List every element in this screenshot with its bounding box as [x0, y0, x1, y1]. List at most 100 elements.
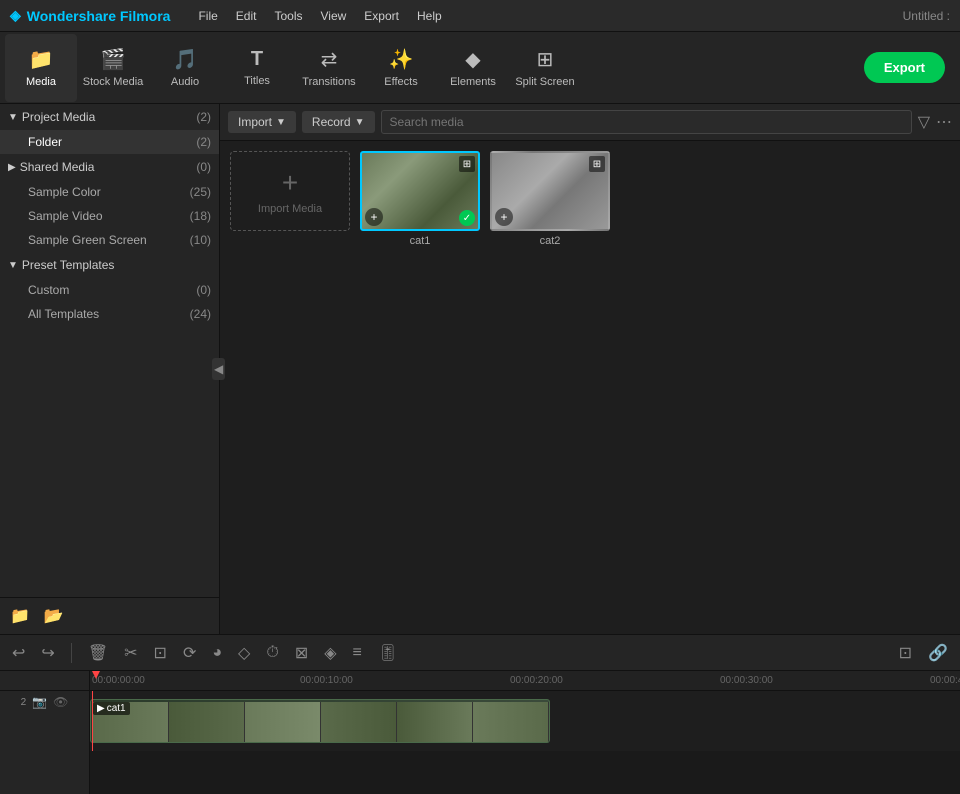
delete-button[interactable]: 🗑	[84, 641, 112, 665]
cat1-add-icon[interactable]: +	[365, 208, 383, 226]
link-button[interactable]: 🔗	[924, 641, 952, 665]
sidebar-item-sample-green-screen[interactable]: Sample Green Screen (10)	[0, 228, 219, 252]
new-folder-button[interactable]: 📁	[8, 604, 32, 628]
track-frame-3	[245, 702, 321, 742]
sidebar-header-project-media[interactable]: ▼ Project Media (2)	[0, 104, 219, 130]
sidebar-item-all-templates[interactable]: All Templates (24)	[0, 302, 219, 326]
audio-mix-button[interactable]: ≡	[349, 642, 366, 664]
toolbar-split-screen[interactable]: ⊞ Split Screen	[509, 34, 581, 102]
sidebar-header-preset-templates[interactable]: ▼ Preset Templates	[0, 252, 219, 278]
sidebar-footer: 📁 📂	[0, 597, 220, 634]
toolbar-titles[interactable]: T Titles	[221, 34, 293, 102]
menu-help[interactable]: Help	[409, 6, 450, 26]
import-folder-button[interactable]: 📂	[42, 604, 66, 628]
grid-thumb-icon-2: ⊞	[589, 156, 605, 172]
titles-icon: T	[251, 48, 263, 71]
stock-media-icon: 🎬	[101, 47, 126, 72]
timeline-ruler-spacer	[0, 671, 89, 691]
sidebar-item-custom[interactable]: Custom (0)	[0, 278, 219, 302]
toolbar-effects[interactable]: ✨ Effects	[365, 34, 437, 102]
record-dropdown-arrow: ▼	[355, 117, 365, 128]
track-label-badge: ▶ cat1	[93, 702, 130, 715]
track-frame-5	[397, 702, 473, 742]
timeline-toolbar: ↩ ↪ 🗑 ✂ ⊡ ⟳ ◕ ◇ ⏱ ⊠ ◈ ≡ 🎚 ⊡ 🔗	[0, 635, 960, 671]
project-media-label: Project Media	[22, 110, 196, 124]
menu-file[interactable]: File	[190, 6, 225, 26]
timeline-track-controls: 2 📷 👁	[0, 691, 89, 713]
audio-icon: 🎵	[173, 47, 198, 72]
filter-icon[interactable]: ▽	[918, 112, 930, 132]
sidebar-item-sample-video[interactable]: Sample Video (18)	[0, 204, 219, 228]
grid-icon[interactable]: ⋯	[936, 112, 952, 132]
import-button[interactable]: Import ▼	[228, 111, 296, 133]
record-button[interactable]: Record ▼	[302, 111, 375, 133]
sidebar-item-folder[interactable]: Folder (2)	[0, 130, 219, 154]
toolbar-transitions[interactable]: ⇄ Transitions	[293, 34, 365, 102]
crop-button[interactable]: ⊡	[150, 641, 171, 665]
sidebar-header-shared-media[interactable]: ▶ Shared Media (0)	[0, 154, 219, 180]
track-eye-button[interactable]: 👁	[53, 695, 68, 709]
window-title: Untitled :	[903, 9, 950, 23]
keyframe-button[interactable]: ◇	[234, 641, 254, 665]
color-button[interactable]: ◕	[208, 642, 226, 664]
speed-button[interactable]: ⏱	[262, 642, 282, 664]
sidebar-section-shared-media: ▶ Shared Media (0)	[0, 154, 219, 180]
menu-view[interactable]: View	[313, 6, 355, 26]
fit-timeline-button[interactable]: ⊡	[895, 641, 916, 665]
sample-color-label: Sample Color	[28, 185, 190, 199]
menu-tools[interactable]: Tools	[266, 6, 310, 26]
motion-button[interactable]: ⟳	[179, 641, 200, 665]
media-thumb-cat1[interactable]: ⊞ ✓ +	[360, 151, 480, 231]
search-input[interactable]	[381, 110, 912, 134]
media-grid: + Import Media ⊞ ✓ + cat1 ⊞	[220, 141, 960, 634]
grid-thumb-icon: ⊞	[459, 156, 475, 172]
sidebar-section-project-media: ▼ Project Media (2) Folder (2)	[0, 104, 219, 154]
import-media-placeholder[interactable]: + Import Media	[230, 151, 350, 231]
timeline-ruler: 00:00:00:00 00:00:10:00 00:00:20:00 00:0…	[90, 671, 960, 691]
transitions-icon: ⇄	[321, 47, 338, 72]
toolbar-media[interactable]: 📁 Media	[5, 34, 77, 102]
media-item-cat2[interactable]: ⊞ + cat2	[490, 151, 610, 247]
track-frames	[91, 700, 549, 742]
transform-button[interactable]: ⊠	[291, 641, 312, 665]
menu-bar: File Edit Tools View Export Help	[190, 6, 449, 26]
app-name: Wondershare Filmora	[27, 8, 171, 24]
sidebar-collapse-button[interactable]: ◀	[212, 358, 225, 380]
media-thumb-cat2[interactable]: ⊞ +	[490, 151, 610, 231]
media-item-cat1[interactable]: ⊞ ✓ + cat1	[360, 151, 480, 247]
markers-button[interactable]: ◈	[320, 641, 340, 665]
shared-media-label: Shared Media	[20, 160, 197, 174]
menu-edit[interactable]: Edit	[228, 6, 265, 26]
toolbar-separator-1	[71, 643, 72, 663]
toolbar-audio[interactable]: 🎵 Audio	[149, 34, 221, 102]
sidebar-item-sample-color[interactable]: Sample Color (25)	[0, 180, 219, 204]
shared-media-arrow: ▶	[8, 162, 16, 173]
undo-button[interactable]: ↩	[8, 641, 29, 665]
app-logo: ◈ Wondershare Filmora	[10, 7, 170, 24]
menu-export[interactable]: Export	[356, 6, 407, 26]
sample-video-label: Sample Video	[28, 209, 190, 223]
cat2-add-icon[interactable]: +	[495, 208, 513, 226]
timeline-tracks: ▶ cat1	[90, 691, 960, 751]
toolbar-stock-media[interactable]: 🎬 Stock Media	[77, 34, 149, 102]
track-play-icon: ▶	[97, 703, 105, 714]
mute-button[interactable]: 🎚	[374, 641, 402, 665]
redo-button[interactable]: ↪	[37, 641, 58, 665]
preset-templates-arrow: ▼	[8, 260, 18, 271]
timeline-area: ↩ ↪ 🗑 ✂ ⊡ ⟳ ◕ ◇ ⏱ ⊠ ◈ ≡ 🎚 ⊡ 🔗 2 📷 👁	[0, 634, 960, 794]
ruler-mark-2: 00:00:20:00	[510, 675, 563, 686]
logo-icon: ◈	[10, 7, 21, 24]
split-screen-icon: ⊞	[537, 47, 554, 72]
ruler-mark-1: 00:00:10:00	[300, 675, 353, 686]
folder-label: Folder	[28, 135, 196, 149]
export-button[interactable]: Export	[864, 52, 945, 83]
video-track[interactable]: ▶ cat1	[90, 699, 550, 743]
all-templates-label: All Templates	[28, 307, 190, 321]
cut-button[interactable]: ✂	[120, 641, 141, 665]
toolbar-titles-label: Titles	[244, 75, 270, 87]
track-camera-button[interactable]: 📷	[32, 695, 47, 709]
toolbar-transitions-label: Transitions	[302, 76, 355, 88]
toolbar-elements[interactable]: ◆ Elements	[437, 34, 509, 102]
media-toolbar: Import ▼ Record ▼ ▽ ⋯	[220, 104, 960, 141]
toolbar-stock-media-label: Stock Media	[83, 76, 144, 88]
